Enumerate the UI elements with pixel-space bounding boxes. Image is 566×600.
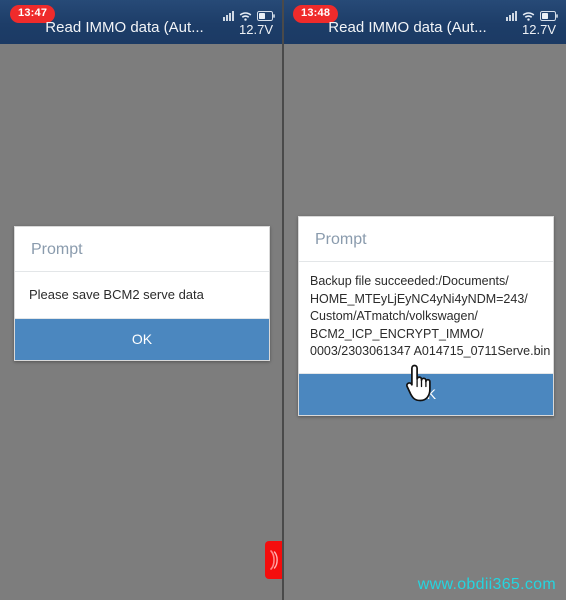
panel-left: 13:47 Read IMMO data (Aut... 12.7V Promp… <box>0 0 283 600</box>
content-area-left: Prompt Please save BCM2 serve data OK <box>0 44 283 600</box>
dialog-title: Prompt <box>299 217 553 262</box>
message-line: 0003/2303061347 A014715_0711Serve.bin <box>310 344 551 358</box>
status-title-bar-right: 13:48 Read IMMO data (Aut... 12.7V <box>283 0 566 44</box>
panel-divider <box>282 0 284 600</box>
content-area-right: Prompt Backup file succeeded:/Documents/… <box>283 44 566 600</box>
site-watermark: www.obdii365.com <box>417 576 556 593</box>
voltage-readout: 12.7V <box>239 22 273 37</box>
dialog-title: Prompt <box>15 227 269 272</box>
prompt-dialog-left: Prompt Please save BCM2 serve data OK <box>14 226 270 361</box>
wifi-icon <box>239 8 252 21</box>
dialog-message: Backup file succeeded:/Documents/ HOME_M… <box>299 262 553 373</box>
battery-icon <box>540 8 558 21</box>
prompt-dialog-right: Prompt Backup file succeeded:/Documents/… <box>298 216 554 416</box>
signal-bars-icon <box>223 8 234 21</box>
ok-button[interactable]: OK <box>299 372 553 415</box>
status-title-bar-left: 13:47 Read IMMO data (Aut... 12.7V <box>0 0 283 44</box>
signal-bars-icon <box>506 8 517 21</box>
message-line: Custom/ATmatch/volkswagen/ <box>310 309 478 323</box>
battery-icon <box>257 8 275 21</box>
message-line: Backup file succeeded:/Documents/ <box>310 274 509 288</box>
wifi-icon <box>522 8 535 21</box>
dialog-message: Please save BCM2 serve data <box>29 287 204 302</box>
system-icons-group <box>506 8 558 21</box>
message-line: BCM2_ICP_ENCRYPT_IMMO/ <box>310 326 484 341</box>
voltage-readout: 12.7V <box>522 22 556 37</box>
message-line: HOME_MTEyLjEyNC4yNi4yNDM=243/ <box>310 291 528 306</box>
dual-screenshot-composite: 13:47 Read IMMO data (Aut... 12.7V Promp… <box>0 0 566 600</box>
system-icons-group <box>223 8 275 21</box>
ok-button[interactable]: OK <box>15 318 269 360</box>
panel-right: 13:48 Read IMMO data (Aut... 12.7V Promp… <box>283 0 566 600</box>
floating-toolbar-tab-icon[interactable] <box>265 541 282 579</box>
